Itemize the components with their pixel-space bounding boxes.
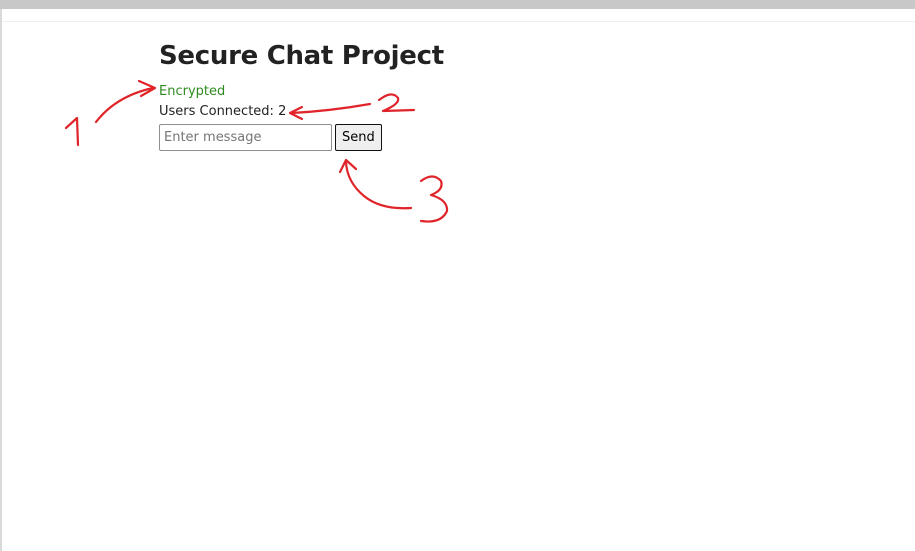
users-connected-count: 2	[278, 104, 287, 119]
hand-drawn-annotations	[64, 79, 449, 223]
window-left-edge	[0, 9, 2, 551]
annotation-3-digit	[419, 175, 449, 223]
message-input[interactable]	[159, 124, 332, 151]
message-composer: Send	[159, 124, 444, 151]
annotation-3-arrowhead	[338, 158, 358, 174]
chat-panel: Secure Chat Project Encrypted Users Conn…	[159, 40, 444, 151]
annotation-3	[338, 158, 449, 223]
annotation-3-arrow	[344, 160, 413, 210]
annotation-1	[64, 79, 157, 147]
annotation-1-arrow	[94, 86, 155, 124]
users-connected-label: Users Connected:	[159, 104, 274, 119]
users-connected: Users Connected: 2	[159, 102, 444, 122]
app-window: Secure Chat Project Encrypted Users Conn…	[0, 0, 915, 551]
page-top-strip	[0, 9, 915, 22]
browser-top-bar	[0, 0, 915, 9]
send-button[interactable]: Send	[335, 124, 382, 151]
annotation-1-digit	[64, 116, 80, 147]
annotation-1-arrowhead	[137, 79, 157, 98]
encryption-status: Encrypted	[159, 84, 226, 99]
page-title: Secure Chat Project	[159, 41, 444, 71]
